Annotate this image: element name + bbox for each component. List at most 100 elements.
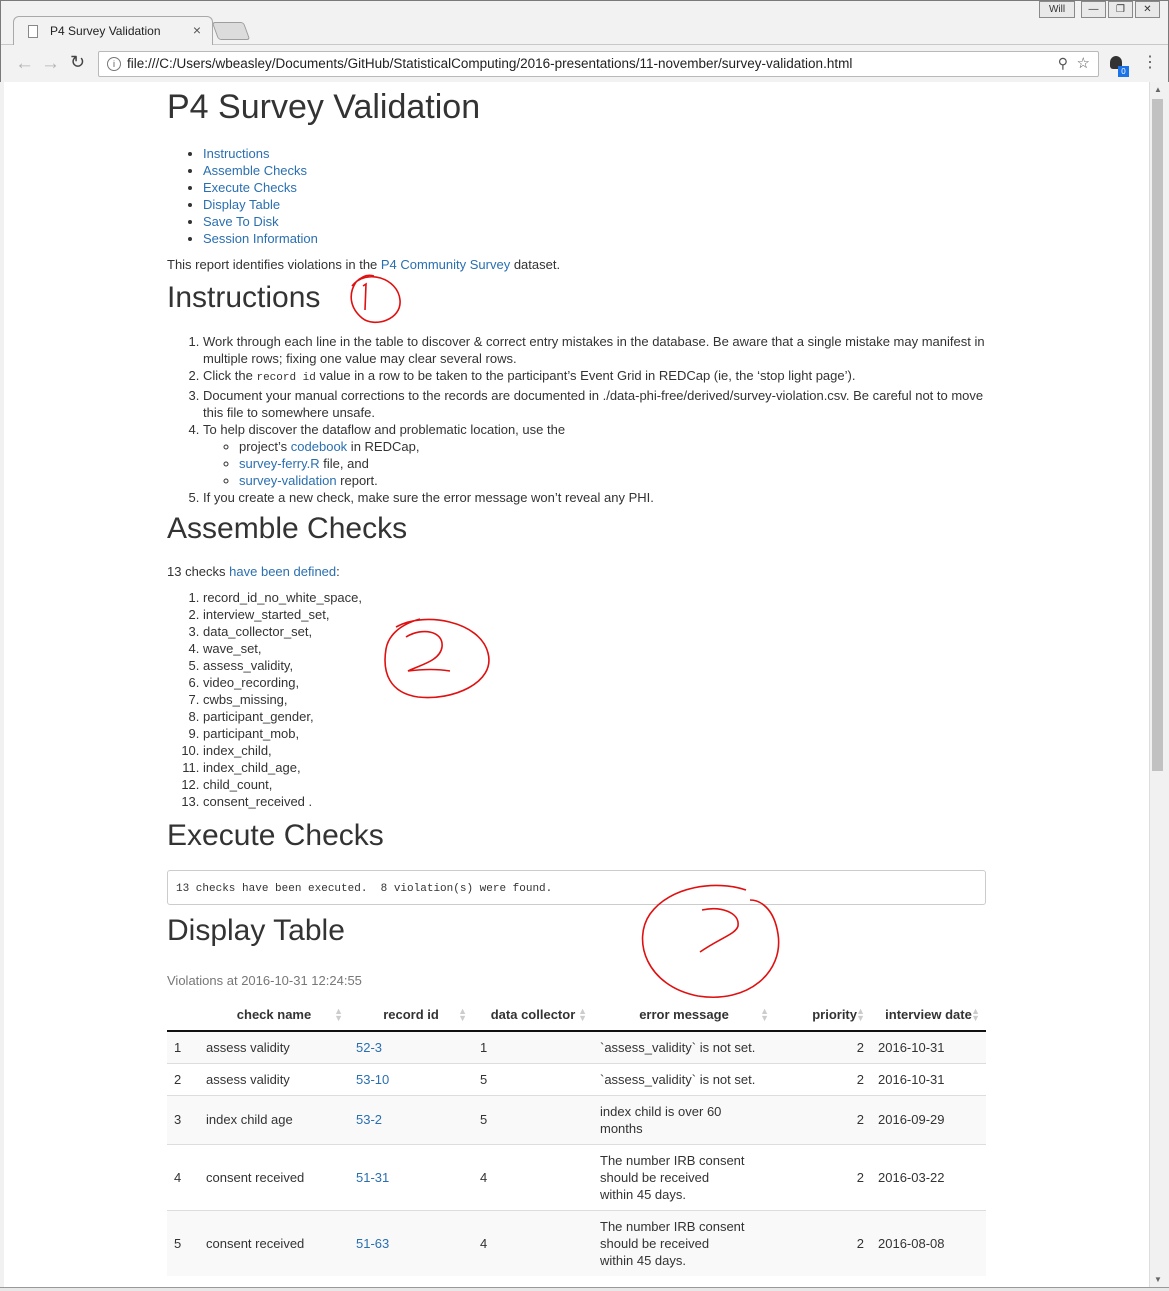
table-caption: Violations at 2016-10-31 12:24:55 — [167, 973, 362, 988]
record-id-cell: 53-2 — [349, 1094, 473, 1144]
vertical-scrollbar[interactable]: ▲ ▼ — [1149, 82, 1165, 1287]
check-item: assess_validity, — [203, 657, 362, 674]
table-of-contents: Instructions Assemble Checks Execute Che… — [185, 145, 318, 247]
intro-paragraph: This report identifies violations in the… — [167, 257, 561, 272]
check-item: child_count, — [203, 776, 362, 793]
column-header-priority[interactable]: priority ▲ ▼ — [775, 999, 871, 1032]
column-header-record-id[interactable]: record id ▲ ▼ — [349, 999, 473, 1032]
window-bottom-border — [0, 1287, 1169, 1291]
check-item: index_child, — [203, 742, 362, 759]
profile-button[interactable]: Will — [1039, 1, 1075, 18]
page-viewport: P4 Survey Validation Instructions Assemb… — [4, 82, 1149, 1287]
checks-defined-text: 13 checks have been defined: — [167, 564, 340, 579]
record-id-link[interactable]: 53-10 — [356, 1072, 389, 1087]
table-row: 1 assess validity 52-3 1 `assess_validit… — [167, 1030, 986, 1063]
data-collector-cell: 5 — [473, 1062, 593, 1095]
sort-icon: ▲ ▼ — [578, 1006, 587, 1023]
error-message-cell: `assess_validity` is not set. — [593, 1030, 775, 1063]
scroll-up-icon[interactable]: ▲ — [1154, 85, 1162, 94]
p4-survey-link[interactable]: P4 Community Survey — [381, 257, 510, 272]
close-window-icon[interactable]: ✕ — [1135, 1, 1160, 18]
restore-icon[interactable]: ❐ — [1108, 1, 1133, 18]
column-header-interview-date[interactable]: interview date ▲ ▼ — [871, 999, 986, 1032]
check-item: wave_set, — [203, 640, 362, 657]
column-header-data-collector[interactable]: data collector ▲ ▼ — [473, 999, 593, 1032]
window-controls: Will — ❐ ✕ — [1039, 1, 1160, 18]
toc-link-assemble-checks[interactable]: Assemble Checks — [203, 163, 307, 178]
record-id-cell: 51-31 — [349, 1143, 473, 1210]
back-icon[interactable]: ← — [15, 53, 34, 75]
priority-cell: 2 — [775, 1094, 871, 1144]
data-collector-cell: 1 — [473, 1030, 593, 1063]
toc-link-execute-checks[interactable]: Execute Checks — [203, 180, 297, 195]
toc-link-instructions[interactable]: Instructions — [203, 146, 269, 161]
scrollbar-thumb[interactable] — [1152, 99, 1163, 771]
instruction-item: To help discover the dataflow and proble… — [203, 421, 987, 489]
toc-link-save-to-disk[interactable]: Save To Disk — [203, 214, 279, 229]
table-header-row: check name ▲ ▼ record id ▲ ▼ data collector ▲… — [167, 999, 986, 1032]
new-tab-button[interactable] — [211, 22, 251, 40]
toc-link-session-information[interactable]: Session Information — [203, 231, 318, 246]
forward-icon[interactable]: → — [41, 53, 60, 75]
data-collector-cell: 4 — [473, 1209, 593, 1276]
check-item: index_child_age, — [203, 759, 362, 776]
instruction-item: Document your manual corrections to the … — [203, 387, 987, 421]
close-icon[interactable]: × — [193, 22, 201, 38]
instructions-list: Work through each line in the table to d… — [167, 333, 987, 506]
sort-icon: ▲ ▼ — [458, 1006, 467, 1023]
resource-item: survey-ferry.R file, and — [239, 455, 987, 472]
error-message-cell: `assess_validity` is not set. — [593, 1062, 775, 1095]
bookmark-star-icon[interactable]: ☆ — [1077, 54, 1090, 72]
column-header-check-name[interactable]: check name ▲ ▼ — [199, 999, 349, 1032]
zoom-icon[interactable]: ⚲ — [1058, 55, 1068, 72]
address-bar[interactable]: i file:///C:/Users/wbeasley/Documents/Gi… — [98, 51, 1099, 77]
instructions-heading: Instructions — [167, 281, 321, 314]
check-item: participant_gender, — [203, 708, 362, 725]
check-item: video_recording, — [203, 674, 362, 691]
interview-date-cell: 2016-10-31 — [871, 1030, 986, 1063]
toc-item: Save To Disk — [203, 213, 318, 230]
interview-date-cell: 2016-10-31 — [871, 1062, 986, 1095]
row-number: 1 — [167, 1030, 199, 1063]
toc-item: Session Information — [203, 230, 318, 247]
data-collector-cell: 5 — [473, 1094, 593, 1144]
row-number: 2 — [167, 1062, 199, 1095]
resource-item: project’s codebook in REDCap, — [239, 438, 987, 455]
record-id-link[interactable]: 52-3 — [356, 1040, 382, 1055]
menu-icon[interactable]: ⋮ — [1142, 52, 1158, 72]
column-header-error-message[interactable]: error message ▲ ▼ — [593, 999, 775, 1032]
check-name-cell: assess validity — [199, 1030, 349, 1063]
url-text[interactable]: file:///C:/Users/wbeasley/Documents/GitH… — [127, 56, 852, 71]
interview-date-cell: 2016-08-08 — [871, 1209, 986, 1276]
sort-icon: ▲ ▼ — [856, 1006, 865, 1023]
sort-icon: ▲ ▼ — [760, 1006, 769, 1023]
reload-icon[interactable]: ↻ — [70, 52, 85, 73]
record-id-cell: 52-3 — [349, 1030, 473, 1063]
scroll-down-icon[interactable]: ▼ — [1154, 1275, 1162, 1284]
record-id-link[interactable]: 51-63 — [356, 1236, 389, 1251]
extension-icon[interactable]: 0 — [1108, 54, 1129, 77]
record-id-cell: 51-63 — [349, 1209, 473, 1276]
priority-cell: 2 — [775, 1143, 871, 1210]
info-icon[interactable]: i — [107, 57, 121, 71]
toc-item: Execute Checks — [203, 179, 318, 196]
sort-icon: ▲ ▼ — [334, 1006, 343, 1023]
check-item: record_id_no_white_space, — [203, 589, 362, 606]
row-number: 5 — [167, 1209, 199, 1276]
record-id-link[interactable]: 51-31 — [356, 1170, 389, 1185]
record-id-link[interactable]: 53-2 — [356, 1112, 382, 1127]
codebook-link[interactable]: codebook — [291, 439, 347, 454]
error-message-cell: The number IRB consent should be receive… — [593, 1143, 775, 1210]
toc-item: Display Table — [203, 196, 318, 213]
survey-validation-link[interactable]: survey-validation — [239, 473, 337, 488]
execution-output: 13 checks have been executed. 8 violatio… — [167, 870, 986, 905]
execute-checks-heading: Execute Checks — [167, 819, 384, 852]
toc-link-display-table[interactable]: Display Table — [203, 197, 280, 212]
instruction-item: Click the record id value in a row to be… — [203, 367, 987, 387]
browser-tab[interactable]: P4 Survey Validation × — [13, 16, 213, 45]
survey-ferry-link[interactable]: survey-ferry.R — [239, 456, 320, 471]
have-been-defined-link[interactable]: have been defined — [229, 564, 336, 579]
tab-title: P4 Survey Validation — [50, 24, 161, 38]
sort-icon: ▲ ▼ — [971, 1006, 980, 1023]
minimize-icon[interactable]: — — [1081, 1, 1106, 18]
